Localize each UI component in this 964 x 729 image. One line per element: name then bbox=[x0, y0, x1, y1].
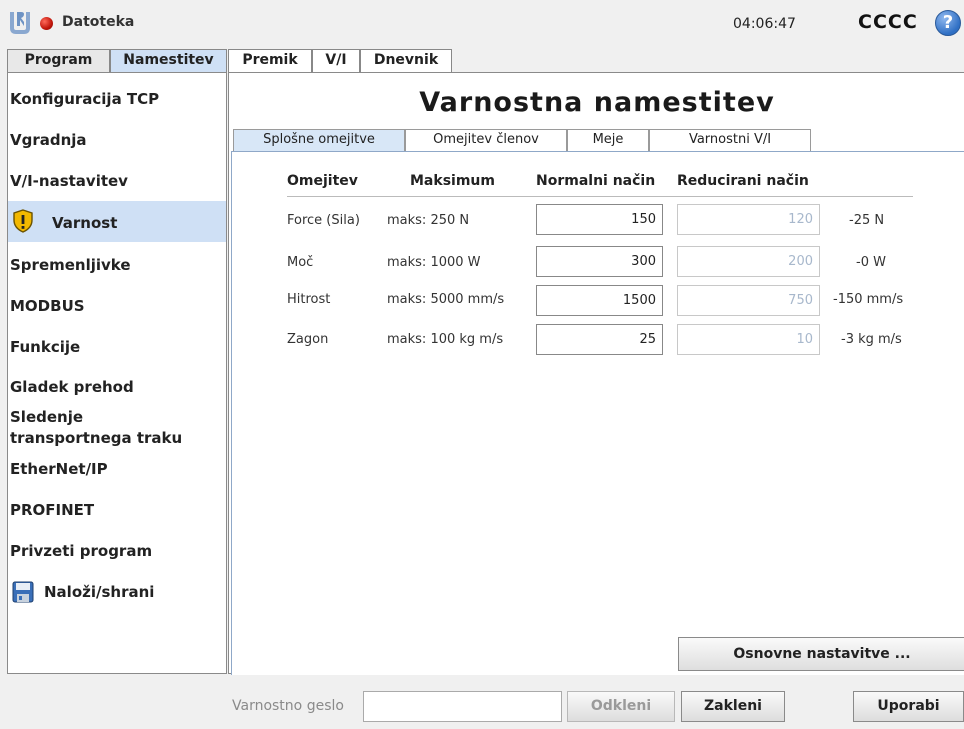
speed-normal-input[interactable]: 1500 bbox=[536, 285, 663, 316]
power-reduced-input: 200 bbox=[677, 246, 820, 277]
warning-shield-icon bbox=[13, 209, 33, 233]
sidebar: Konfiguracija TCP Vgradnja V/I-nastavite… bbox=[7, 72, 227, 674]
row-max-power: maks: 1000 W bbox=[387, 255, 481, 270]
floppy-disk-icon bbox=[12, 581, 34, 603]
row-label-speed: Hitrost bbox=[287, 292, 331, 307]
tab-safety-io[interactable]: Varnostni V/I bbox=[649, 129, 811, 151]
sidebar-item-profinet[interactable]: PROFINET bbox=[8, 501, 226, 519]
row-label-momentum: Zagon bbox=[287, 332, 329, 347]
ur-logo-icon bbox=[10, 12, 30, 34]
col-header-reduced: Reducirani način bbox=[677, 173, 809, 189]
clock: 04:06:47 bbox=[733, 16, 796, 32]
sidebar-item-modbus[interactable]: MODBUS bbox=[8, 297, 226, 315]
sidebar-item-variables[interactable]: Spremenljivke bbox=[8, 256, 226, 274]
col-header-maximum: Maksimum bbox=[410, 173, 495, 189]
sidebar-item-conveyor-tracking[interactable]: Sledenje transportnega traku bbox=[8, 407, 208, 449]
password-input[interactable] bbox=[363, 691, 562, 722]
main-panel: Varnostna namestitev Splošne omejitve Om… bbox=[228, 72, 964, 675]
row-max-force: maks: 250 N bbox=[387, 213, 470, 228]
row-label-power: Moč bbox=[287, 255, 314, 270]
sidebar-item-load-save[interactable]: Naloži/shrani bbox=[8, 575, 226, 609]
force-reduced-input: 120 bbox=[677, 204, 820, 235]
speed-diff: -150 mm/s bbox=[833, 292, 904, 307]
sidebar-item-tcp-config[interactable]: Konfiguracija TCP bbox=[8, 90, 226, 108]
tab-dnevnik[interactable]: Dnevnik bbox=[360, 49, 452, 72]
header-divider bbox=[287, 196, 913, 197]
row-max-speed: maks: 5000 mm/s bbox=[387, 292, 505, 307]
page-title: Varnostna namestitev bbox=[419, 87, 775, 118]
speed-reduced-input: 750 bbox=[677, 285, 820, 316]
sidebar-item-label: Naloži/shrani bbox=[44, 583, 155, 601]
sidebar-item-safety[interactable]: Varnost bbox=[8, 201, 226, 242]
unlock-button[interactable]: Odkleni bbox=[567, 691, 675, 722]
basic-settings-button[interactable]: Osnovne nastavitve ... bbox=[678, 637, 964, 671]
tab-premik[interactable]: Premik bbox=[228, 49, 312, 72]
sidebar-item-mounting[interactable]: Vgradnja bbox=[8, 131, 226, 149]
status-error-icon bbox=[40, 17, 53, 30]
tab-program[interactable]: Program bbox=[7, 49, 110, 72]
force-normal-input[interactable]: 150 bbox=[536, 204, 663, 235]
password-label: Varnostno geslo bbox=[232, 698, 344, 714]
power-diff: -0 W bbox=[856, 255, 886, 270]
force-diff: -25 N bbox=[849, 213, 885, 228]
tab-general-limits[interactable]: Splošne omejitve bbox=[233, 129, 405, 151]
robot-name: CCCC bbox=[858, 11, 918, 33]
momentum-reduced-input: 10 bbox=[677, 324, 820, 355]
tab-boundaries[interactable]: Meje bbox=[567, 129, 649, 151]
power-normal-input[interactable]: 300 bbox=[536, 246, 663, 277]
lock-button[interactable]: Zakleni bbox=[681, 691, 785, 722]
help-icon[interactable]: ? bbox=[935, 10, 961, 36]
sidebar-item-label: Varnost bbox=[52, 214, 118, 232]
row-label-force: Force (Sila) bbox=[287, 213, 360, 228]
momentum-diff: -3 kg m/s bbox=[841, 332, 902, 347]
apply-button[interactable]: Uporabi bbox=[853, 691, 964, 722]
col-header-normal: Normalni način bbox=[536, 173, 656, 189]
file-menu[interactable]: Datoteka bbox=[62, 14, 134, 30]
tab-namestitev[interactable]: Namestitev bbox=[110, 49, 227, 72]
tab-vi[interactable]: V/I bbox=[312, 49, 360, 72]
sidebar-item-features[interactable]: Funkcije bbox=[8, 338, 226, 356]
sidebar-item-smooth-transition[interactable]: Gladek prehod bbox=[8, 378, 226, 396]
row-max-momentum: maks: 100 kg m/s bbox=[387, 332, 504, 347]
momentum-normal-input[interactable]: 25 bbox=[536, 324, 663, 355]
sidebar-item-io-setup[interactable]: V/I-nastavitev bbox=[8, 172, 226, 190]
sidebar-item-ethernet-ip[interactable]: EtherNet/IP bbox=[8, 460, 226, 478]
top-bar bbox=[0, 0, 964, 48]
sidebar-item-default-program[interactable]: Privzeti program bbox=[8, 542, 226, 560]
col-header-limit: Omejitev bbox=[287, 173, 358, 189]
tab-joint-limits[interactable]: Omejitev členov bbox=[405, 129, 567, 151]
